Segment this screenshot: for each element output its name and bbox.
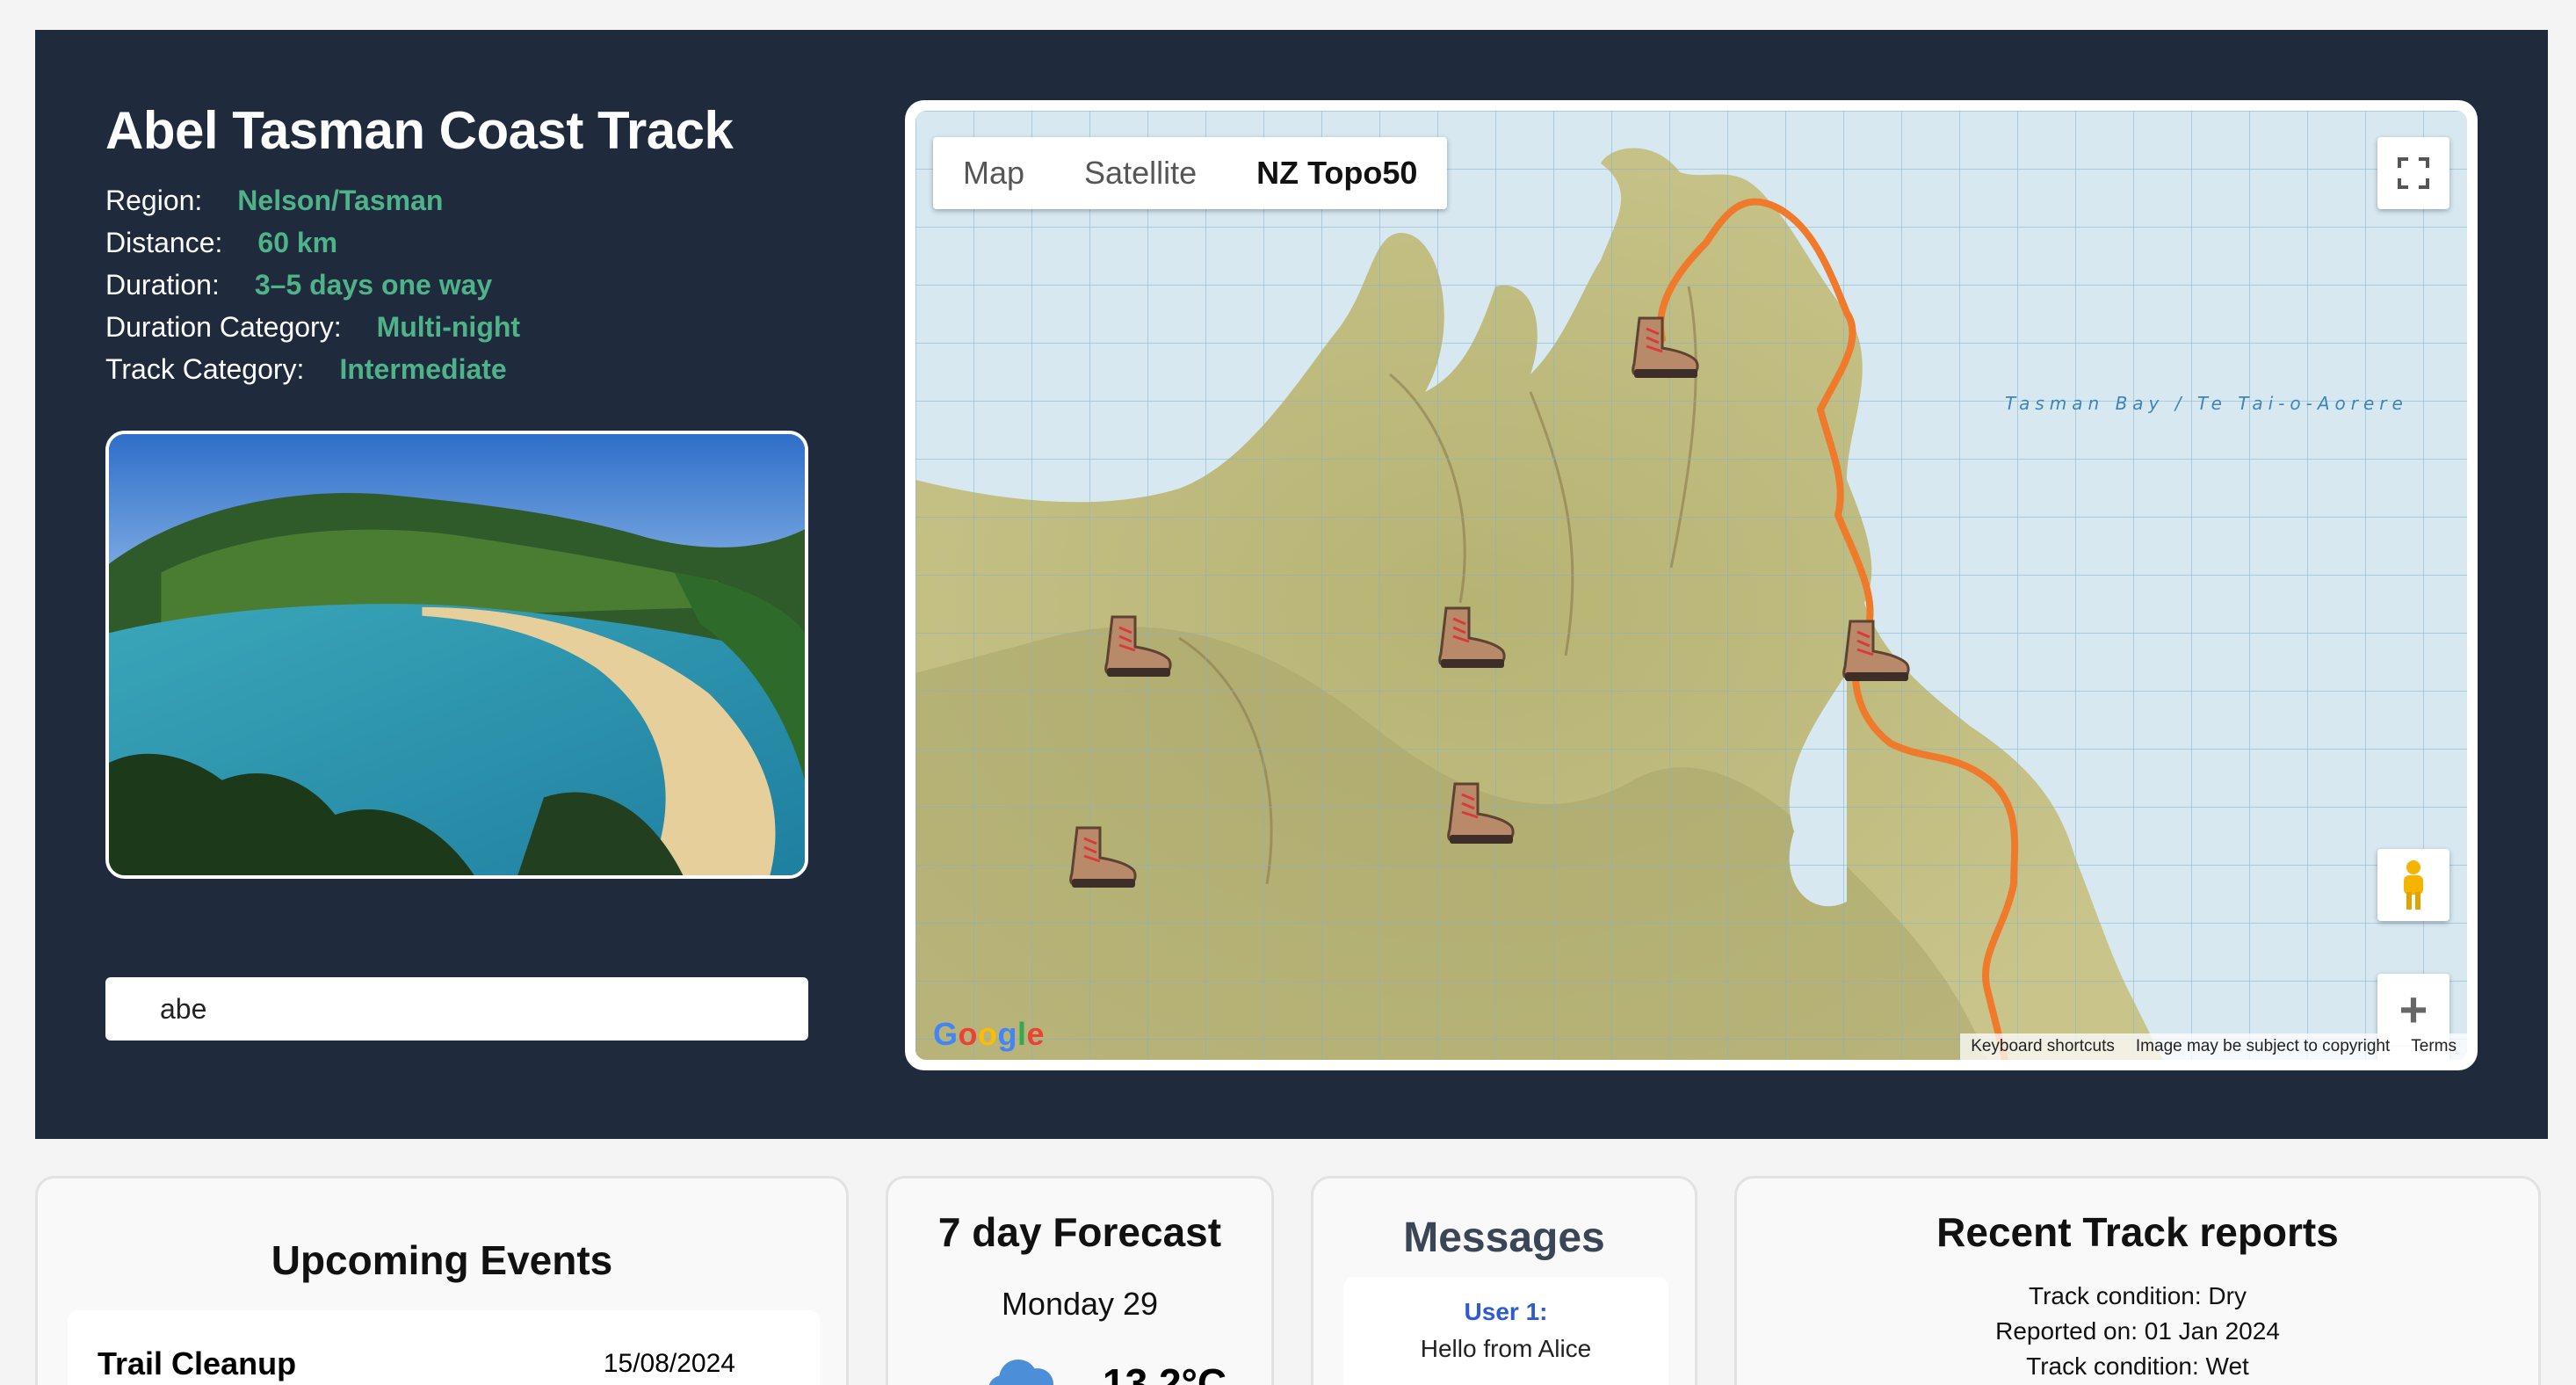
info-value: Nelson/Tasman <box>237 185 444 216</box>
message-text: Hello from Alice <box>1420 1335 1592 1362</box>
map-type-satellite-button[interactable]: Satellite <box>1054 137 1226 209</box>
info-region: Region: Nelson/Tasman <box>105 185 443 217</box>
copyright-notice: Image may be subject to copyright <box>2135 1037 2391 1055</box>
info-value: 60 km <box>257 227 338 258</box>
info-label: Track Category: <box>105 353 305 385</box>
info-label: Region: <box>105 185 203 216</box>
forecast-card: 7 day Forecast Monday 29 13.2°C <box>886 1176 1274 1385</box>
map-view[interactable]: Tasman Bay / Te Tai-o-Aorere Map Satelli… <box>915 111 2467 1060</box>
hiking-boot-icon[interactable] <box>1100 612 1174 678</box>
upcoming-events-card: Upcoming Events Trail Cleanup 15/08/2024 <box>35 1176 849 1385</box>
info-value: Multi-night <box>376 311 521 343</box>
info-value: Intermediate <box>339 353 507 385</box>
track-title: Abel Tasman Coast Track <box>105 101 734 160</box>
track-reports-card: Recent Track reports Track condition: Dr… <box>1734 1176 2541 1385</box>
pegman-icon <box>2404 860 2423 910</box>
forecast-day: Monday 29 <box>1001 1286 1159 1322</box>
hiking-boot-icon[interactable] <box>1838 616 1912 683</box>
info-distance: Distance: 60 km <box>105 227 337 259</box>
fullscreen-icon <box>2398 157 2429 189</box>
info-value: 3–5 days one way <box>254 269 493 301</box>
map-type-topo-button[interactable]: NZ Topo50 <box>1226 137 1447 209</box>
reports-title: Recent Track reports <box>1936 1209 2339 1255</box>
event-date: 15/08/2024 <box>603 1349 735 1378</box>
info-label: Distance: <box>105 227 223 258</box>
keyboard-shortcuts-link[interactable]: Keyboard shortcuts <box>1960 1037 2125 1056</box>
search-input[interactable] <box>105 977 808 1041</box>
info-label: Duration Category: <box>105 311 342 343</box>
info-duration: Duration: 3–5 days one way <box>105 269 492 301</box>
events-title: Upcoming Events <box>271 1237 613 1283</box>
track-photo <box>105 431 808 879</box>
event-item[interactable]: Trail Cleanup 15/08/2024 <box>68 1310 820 1385</box>
event-name: Trail Cleanup <box>98 1345 297 1381</box>
street-view-button[interactable] <box>2377 849 2449 921</box>
report-line: Track condition: Dry <box>2029 1282 2247 1309</box>
map-attribution: Keyboard shortcuts Image may be subject … <box>1960 1033 2467 1060</box>
hiking-boot-icon[interactable] <box>1065 823 1139 889</box>
topo-map-layer[interactable]: Tasman Bay / Te Tai-o-Aorere <box>915 111 2467 1060</box>
hiking-boot-icon[interactable] <box>1443 779 1516 845</box>
fullscreen-button[interactable] <box>2377 137 2449 209</box>
terms-link[interactable]: Terms <box>2400 1037 2467 1056</box>
report-line: Track condition: Wet <box>2026 1352 2249 1380</box>
svg-text:Tasman Bay / Te Tai-o-Aore: Tasman Bay / Te Tai-o-Aorere <box>2005 393 2408 414</box>
hiking-boot-icon[interactable] <box>1627 313 1701 380</box>
info-duration-category: Duration Category: Multi-night <box>105 311 520 344</box>
info-label: Duration: <box>105 269 220 301</box>
message-item[interactable]: User 1: Hello from Alice <box>1343 1277 1668 1385</box>
messages-title: Messages <box>1403 1215 1605 1261</box>
message-user: User 1: <box>1464 1298 1548 1325</box>
hiking-boot-icon[interactable] <box>1434 603 1508 670</box>
report-line: Reported on: 01 Jan 2024 <box>1995 1317 2280 1345</box>
map-type-control: Map Satellite NZ Topo50 <box>933 137 1448 209</box>
forecast-temp: 13.2°C <box>1103 1360 1227 1385</box>
google-logo: Google <box>933 1016 1046 1052</box>
map-container: Tasman Bay / Te Tai-o-Aorere Map Satelli… <box>905 100 2478 1070</box>
messages-card: Messages User 1: Hello from Alice <box>1311 1176 1697 1385</box>
map-type-map-button[interactable]: Map <box>933 137 1054 209</box>
info-track-category: Track Category: Intermediate <box>105 353 507 386</box>
forecast-title: 7 day Forecast <box>937 1209 1222 1255</box>
cloud-icon <box>988 1360 1053 1385</box>
